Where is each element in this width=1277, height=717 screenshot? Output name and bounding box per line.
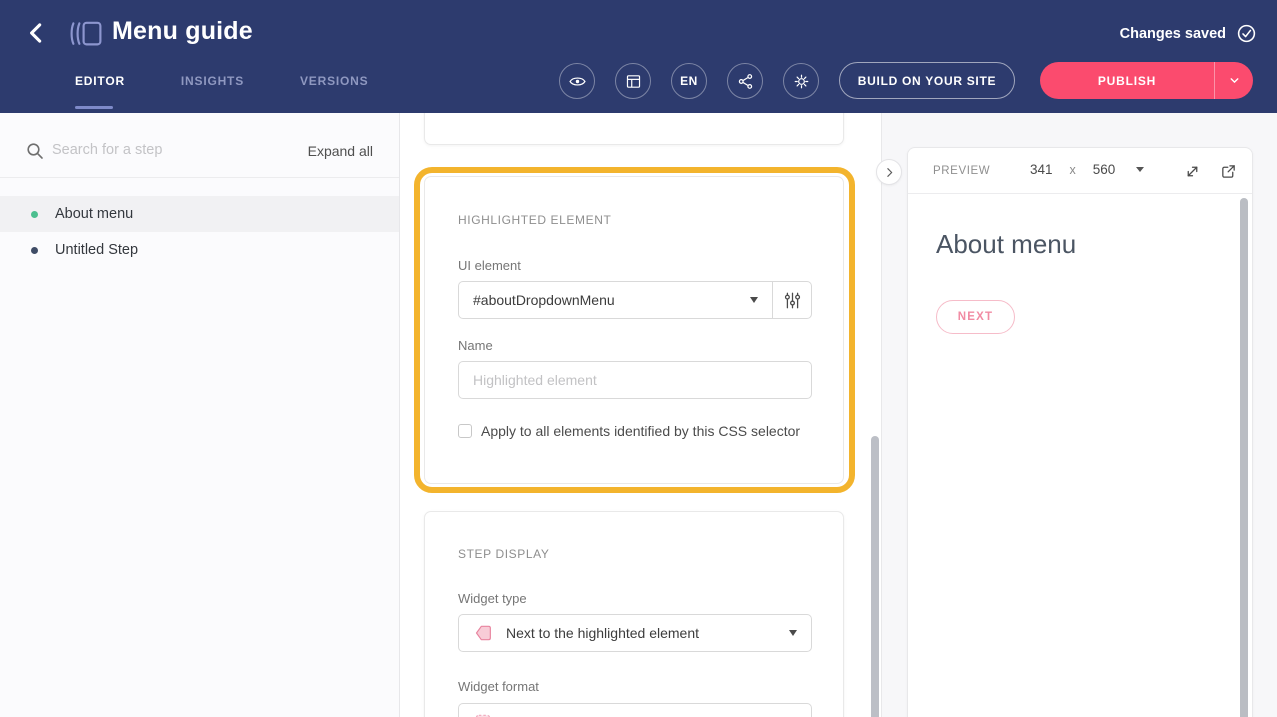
- open-in-new-window-button[interactable]: [1220, 163, 1237, 180]
- section-title: HIGHLIGHTED ELEMENT: [458, 213, 611, 227]
- element-settings-button[interactable]: [773, 281, 812, 319]
- widget-format-icon: [473, 712, 493, 717]
- layout-icon: [625, 73, 642, 90]
- ui-element-select-group: #aboutDropdownMenu: [458, 281, 812, 319]
- preview-scrollbar[interactable]: [1240, 198, 1248, 717]
- tab-versions[interactable]: VERSIONS: [300, 74, 368, 96]
- publish-button-label[interactable]: PUBLISH: [1040, 62, 1214, 99]
- name-label: Name: [458, 338, 493, 353]
- preview-size-separator: x: [1070, 163, 1076, 177]
- step-display-card: STEP DISPLAY Widget type Next to the hig…: [424, 511, 844, 717]
- sliders-icon: [784, 292, 801, 309]
- publish-button[interactable]: PUBLISH: [1040, 62, 1253, 99]
- expand-all-link[interactable]: Expand all: [308, 143, 373, 159]
- editor-scrollbar[interactable]: [871, 436, 879, 717]
- ui-element-value: #aboutDropdownMenu: [473, 292, 615, 308]
- preview-height-value: 560: [1093, 162, 1116, 177]
- checkbox-unchecked-icon[interactable]: [458, 424, 472, 438]
- app-header: Menu guide Changes saved EDITOR INSIGHTS…: [0, 0, 1277, 113]
- eye-icon: [569, 73, 586, 90]
- apply-all-checkbox-row[interactable]: Apply to all elements identified by this…: [458, 423, 800, 439]
- card-above-partial: [424, 113, 844, 145]
- build-on-your-site-button[interactable]: BUILD ON YOUR SITE: [839, 62, 1015, 99]
- preview-header: PREVIEW 341 x 560: [908, 148, 1252, 194]
- external-link-icon: [1220, 163, 1237, 180]
- guide-logo-icon: [68, 18, 104, 50]
- widget-format-select-group: Light: [458, 703, 812, 717]
- preview-width-value: 341: [1030, 162, 1053, 177]
- highlighted-element-card: HIGHLIGHTED ELEMENT UI element #aboutDro…: [424, 176, 844, 484]
- widget-type-select[interactable]: Next to the highlighted element: [458, 614, 812, 652]
- layout-button[interactable]: [615, 63, 651, 99]
- share-icon: [737, 73, 754, 90]
- header-icon-buttons: EN: [559, 63, 819, 99]
- share-button[interactable]: [727, 63, 763, 99]
- preview-title: PREVIEW: [933, 165, 990, 177]
- step-label: Untitled Step: [55, 242, 138, 258]
- language-label: EN: [680, 74, 698, 88]
- step-editor-panel: HIGHLIGHTED ELEMENT UI element #aboutDro…: [400, 113, 881, 717]
- language-button[interactable]: EN: [671, 63, 707, 99]
- steps-sidebar: Expand all About menu Untitled Step: [0, 113, 400, 717]
- sidebar-step-about-menu[interactable]: About menu: [0, 196, 399, 232]
- next-button[interactable]: NEXT: [936, 300, 1015, 334]
- settings-button[interactable]: [783, 63, 819, 99]
- check-circle-icon: [1236, 23, 1257, 44]
- ui-element-select[interactable]: #aboutDropdownMenu: [458, 281, 773, 319]
- widget-type-label: Widget type: [458, 591, 527, 606]
- widget-format-label: Widget format: [458, 679, 539, 694]
- tooltip-left-icon: [473, 623, 493, 643]
- caret-down-icon: [750, 297, 758, 303]
- tab-editor[interactable]: EDITOR: [75, 74, 125, 96]
- sidebar-step-untitled[interactable]: Untitled Step: [0, 232, 399, 268]
- section-title: STEP DISPLAY: [458, 547, 549, 561]
- step-status-dot: [31, 247, 38, 254]
- caret-down-icon: [1136, 167, 1144, 172]
- expand-icon: [1184, 163, 1201, 180]
- widget-type-value: Next to the highlighted element: [506, 625, 699, 641]
- page-title: Menu guide: [112, 17, 253, 46]
- save-status: Changes saved: [1120, 23, 1257, 44]
- collapse-preview-button[interactable]: [876, 159, 902, 185]
- widget-type-select-group: Next to the highlighted element: [458, 614, 812, 652]
- search-step-input[interactable]: [52, 142, 282, 158]
- sidebar-divider: [0, 177, 399, 178]
- step-status-dot: [31, 211, 38, 218]
- preview-panel: PREVIEW 341 x 560 About menu NEXT: [907, 147, 1253, 717]
- header-tabs: EDITOR INSIGHTS VERSIONS: [75, 74, 368, 96]
- caret-down-icon: [789, 630, 797, 636]
- chevron-right-icon: [883, 166, 896, 179]
- preview-eye-button[interactable]: [559, 63, 595, 99]
- apply-all-checkbox-label: Apply to all elements identified by this…: [481, 423, 800, 439]
- step-label: About menu: [55, 206, 133, 222]
- gear-icon: [793, 73, 810, 90]
- preview-step-title: About menu: [936, 229, 1076, 260]
- search-icon: [26, 142, 44, 160]
- ui-element-label: UI element: [458, 258, 521, 273]
- fullscreen-preview-button[interactable]: [1184, 163, 1201, 180]
- name-input[interactable]: [458, 361, 812, 399]
- tab-insights[interactable]: INSIGHTS: [181, 74, 244, 96]
- publish-dropdown-toggle[interactable]: [1214, 62, 1253, 99]
- chevron-down-icon: [1228, 74, 1241, 87]
- preview-size-select[interactable]: 341 x 560: [1030, 162, 1144, 177]
- preview-region: PREVIEW 341 x 560 About menu NEXT: [881, 113, 1277, 717]
- save-status-text: Changes saved: [1120, 26, 1226, 42]
- back-icon[interactable]: [24, 20, 50, 46]
- widget-format-select[interactable]: Light: [458, 703, 812, 717]
